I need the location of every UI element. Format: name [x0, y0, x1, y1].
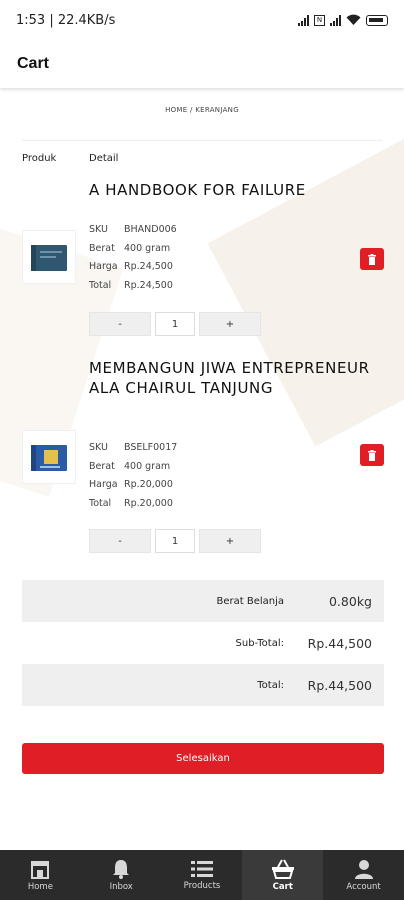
- total-label: Total: [89, 497, 112, 509]
- weight-total-value: 0.80kg: [328, 593, 372, 609]
- status-icons: N: [298, 14, 388, 26]
- subtotal-value: Rp.44,500: [307, 635, 372, 651]
- total-value: Rp.44,500: [307, 677, 372, 693]
- signal-icon: [298, 14, 309, 26]
- weight-total-label: Berat Belanja: [216, 595, 284, 607]
- book-cover-image: [30, 442, 68, 472]
- person-icon: [354, 859, 373, 879]
- weight-label: Berat: [89, 242, 115, 254]
- product-title[interactable]: A HANDBOOK FOR FAILURE: [89, 180, 379, 200]
- summary-subtotal-row: Sub-Total: Rp.44,500: [22, 622, 384, 664]
- sku-label: SKU: [89, 224, 108, 235]
- decrease-button[interactable]: -: [89, 529, 151, 553]
- divider: [22, 140, 382, 141]
- nav-item-home[interactable]: Home: [0, 850, 81, 900]
- column-header-product: Produk: [22, 153, 57, 164]
- total-value: Rp.20,000: [124, 497, 173, 509]
- product-thumbnail[interactable]: [22, 230, 76, 284]
- total-value: Rp.24,500: [124, 279, 173, 291]
- summary-total-row: Total: Rp.44,500: [22, 664, 384, 706]
- bottom-nav: Home Inbox Products Cart Account: [0, 850, 404, 900]
- price-value: Rp.20,000: [124, 479, 173, 490]
- status-bar: 1:53 | 22.4KB/s N: [0, 0, 404, 40]
- product-thumbnail[interactable]: [22, 430, 76, 484]
- nav-label: Products: [183, 880, 221, 891]
- nav-label: Home: [27, 881, 53, 892]
- bell-icon: [113, 859, 130, 879]
- nav-label: Cart: [272, 881, 293, 892]
- weight-label: Berat: [89, 460, 115, 472]
- column-header-detail: Detail: [89, 153, 119, 164]
- nav-label: Account: [346, 881, 381, 892]
- nav-item-cart[interactable]: Cart: [242, 850, 324, 900]
- product-spec: SKU BSELF0017 Berat 400 gram Harga Rp.20,00…: [89, 442, 177, 516]
- product-spec: SKU BHAND006 Berat 400 gram Harga Rp.24,500…: [89, 224, 177, 298]
- nav-item-inbox[interactable]: Inbox: [81, 850, 162, 900]
- sku-label: SKU: [89, 442, 108, 453]
- sku-value: BSELF0017: [124, 442, 178, 453]
- weight-value: 400 gram: [124, 242, 171, 254]
- price-label: Harga: [89, 479, 118, 490]
- quantity-input[interactable]: 1: [155, 529, 195, 553]
- store-icon: [31, 860, 50, 879]
- trash-icon: [368, 449, 376, 461]
- sim-icon: N: [314, 14, 325, 26]
- page-title: Cart: [17, 55, 50, 72]
- product-title[interactable]: MEMBANGUN JIWA ENTREPRENEUR ALA CHAIRUL …: [89, 358, 379, 398]
- book-cover-image: [30, 242, 68, 272]
- quantity-stepper[interactable]: - 1 +: [89, 529, 261, 553]
- basket-icon: [271, 859, 294, 879]
- wifi-icon: [346, 14, 361, 25]
- total-label: Total: [89, 279, 112, 291]
- weight-value: 400 gram: [124, 460, 171, 472]
- nav-item-account[interactable]: Account: [323, 850, 404, 900]
- nav-label: Inbox: [109, 881, 133, 892]
- nav-item-products[interactable]: Products: [162, 850, 243, 900]
- list-icon: [190, 860, 213, 877]
- trash-icon: [368, 253, 376, 265]
- battery-icon: [366, 14, 388, 26]
- status-time: 1:53 | 22.4KB/s: [16, 12, 116, 28]
- cart-content[interactable]: HOME / KERANJANG Produk Detail A HANDBOO…: [0, 88, 404, 850]
- price-label: Harga: [89, 261, 118, 272]
- price-value: Rp.24,500: [124, 261, 173, 272]
- increase-button[interactable]: +: [199, 529, 261, 553]
- total-label: Total:: [257, 679, 284, 691]
- delete-item-button[interactable]: [360, 444, 384, 466]
- subtotal-label: Sub-Total:: [235, 637, 284, 649]
- checkout-button[interactable]: Selesaikan: [22, 743, 384, 774]
- decrease-button[interactable]: -: [89, 312, 151, 336]
- delete-item-button[interactable]: [360, 248, 384, 270]
- quantity-stepper[interactable]: - 1 +: [89, 312, 261, 336]
- sku-value: BHAND006: [124, 224, 177, 235]
- signal-icon-2: [330, 14, 341, 26]
- quantity-input[interactable]: 1: [155, 312, 195, 336]
- app-bar: Cart: [0, 40, 404, 88]
- summary-weight-row: Berat Belanja 0.80kg: [22, 580, 384, 622]
- breadcrumb[interactable]: HOME / KERANJANG: [0, 106, 404, 114]
- increase-button[interactable]: +: [199, 312, 261, 336]
